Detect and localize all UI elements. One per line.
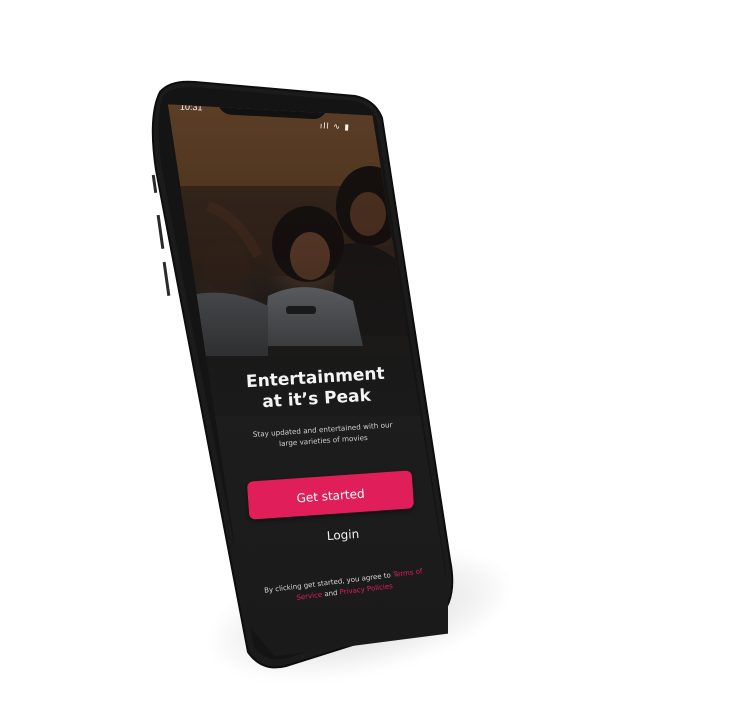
wifi-icon: ∿ [332, 121, 342, 132]
status-icons: ıll ∿ ▮ [320, 121, 350, 132]
signal-icon: ıll [319, 121, 330, 131]
mute-switch [151, 174, 158, 194]
subtitle: Stay updated and entertained with our la… [252, 420, 393, 449]
login-link[interactable]: Login [308, 526, 379, 545]
volume-down-button [162, 261, 171, 296]
battery-icon: ▮ [344, 122, 351, 132]
phone-mockup: 10:31 ıll ∿ ▮ Entertainment at it’s Peak… [0, 0, 735, 724]
mockup-scene: 10:31 ıll ∿ ▮ Entertainment at it’s Peak… [0, 0, 735, 724]
volume-up-button [156, 214, 165, 249]
get-started-button[interactable]: Get started [246, 470, 415, 520]
terms-and: and [321, 588, 341, 599]
terms-notice: By clicking get started, you agree to Te… [263, 566, 424, 607]
headline: Entertainment at it’s Peak [245, 363, 386, 413]
